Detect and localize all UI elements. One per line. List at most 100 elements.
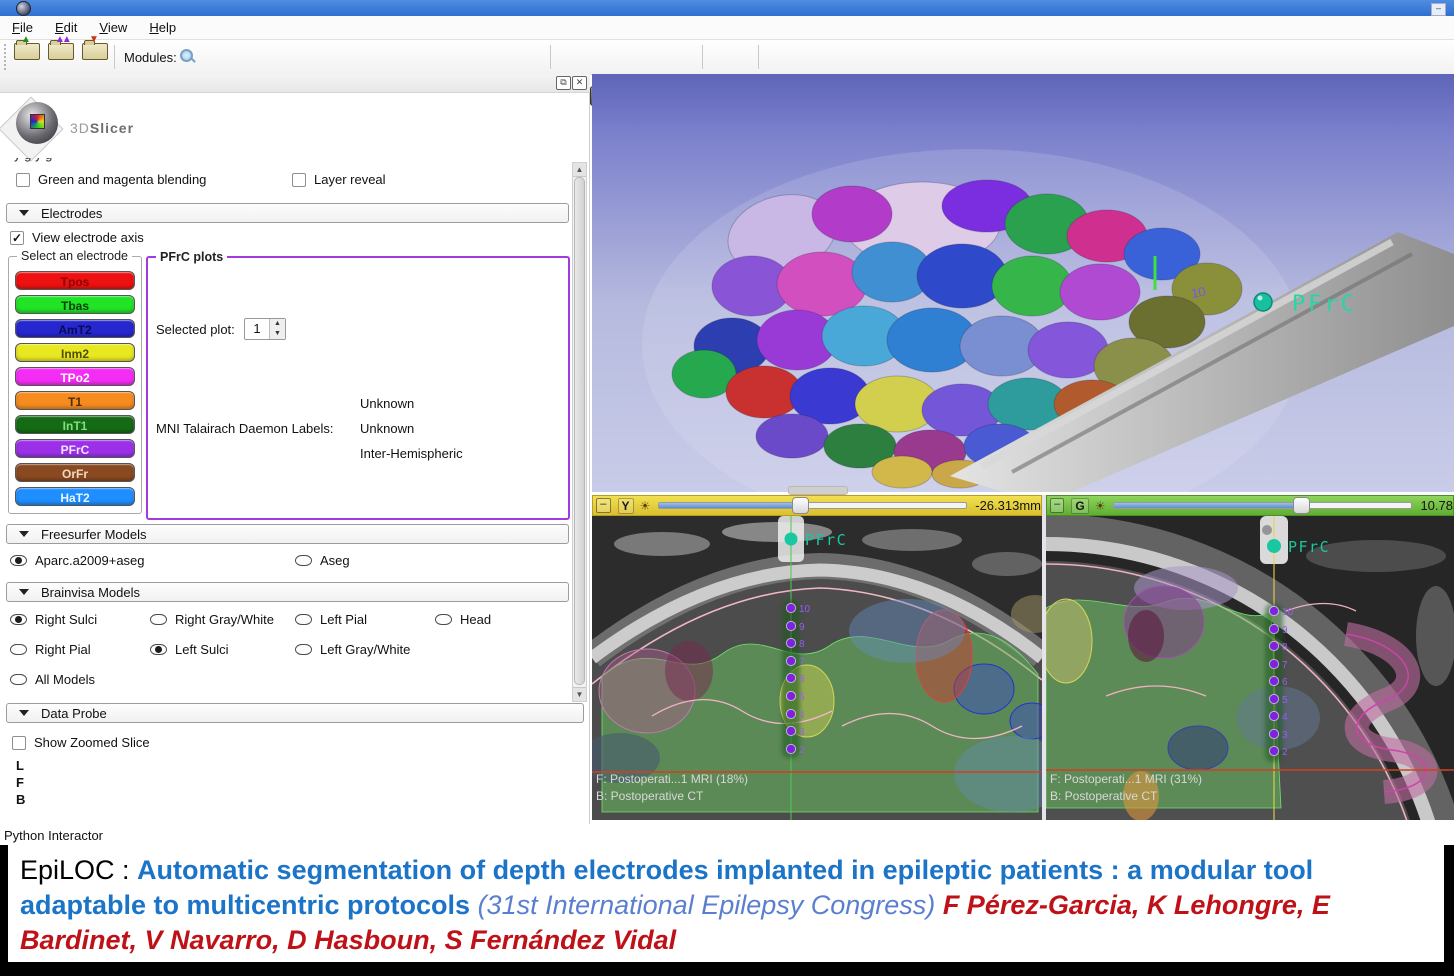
electrode-button-t1[interactable]: T1 [15, 391, 135, 410]
scroll-up-arrow[interactable]: ▲ [573, 163, 586, 177]
green-slice-slider[interactable] [1113, 502, 1412, 509]
eye-icon[interactable] [295, 644, 312, 655]
view-splitter-handle[interactable] [788, 486, 848, 495]
eye-icon[interactable] [10, 614, 27, 625]
scroll-down-arrow[interactable]: ▼ [573, 687, 586, 701]
model-toggle-right-pial[interactable]: Right Pial [10, 642, 91, 657]
model-toggle-aparc[interactable]: Aparc.a2009+aseg [10, 553, 145, 568]
electrode-button-int1[interactable]: InT1 [15, 415, 135, 434]
menu-edit[interactable]: Edit [55, 20, 77, 35]
layer-reveal-label: Layer reveal [314, 172, 386, 187]
electrode-button-orfr[interactable]: OrFr [15, 463, 135, 482]
eye-icon[interactable] [150, 644, 167, 655]
green-axis-label: G [1071, 498, 1088, 514]
scrollbar-thumb[interactable] [574, 177, 585, 685]
show-zoomed-slice-checkbox[interactable] [12, 736, 26, 750]
section-brainvisa-models[interactable]: Brainvisa Models [6, 582, 569, 602]
collapse-triangle-icon [19, 531, 29, 537]
mni-labels-caption: MNI Talairach Daemon Labels: [156, 421, 334, 436]
frame-right [1444, 845, 1454, 976]
yellow-pin-button[interactable]: – [596, 498, 611, 513]
view-electrode-axis-checkbox[interactable] [10, 231, 24, 245]
save-button[interactable]: ▼ SAVE [80, 43, 110, 71]
electrode-button-tpos[interactable]: Tpos [15, 271, 135, 290]
svg-text:4: 4 [799, 710, 805, 721]
view-gap [1042, 495, 1046, 820]
electrode-tip-sphere[interactable] [1254, 293, 1272, 311]
panel-scrollbar[interactable]: ▲ ▼ [572, 162, 587, 702]
probe-layer-f: F [16, 775, 24, 790]
model-toggle-right-graywhite[interactable]: Right Gray/White [150, 612, 274, 627]
model-toggle-right-sulci[interactable]: Right Sulci [10, 612, 97, 627]
select-electrode-groupbox: Select an electrode Tpos Tbas AmT2 Inm2 … [8, 256, 142, 514]
yellow-slice-slider[interactable] [658, 502, 967, 509]
yellow-axis-label: Y [618, 498, 634, 514]
yellow-slice-view[interactable]: 10 9 8 7 6 5 4 3 2 PFrC F: Postoperati..… [592, 516, 1042, 820]
layer-reveal-checkbox[interactable] [292, 173, 306, 187]
svg-text:9: 9 [1282, 625, 1288, 636]
section-electrodes-label: Electrodes [41, 206, 102, 221]
green-magenta-blending-checkbox[interactable] [16, 173, 30, 187]
eye-icon[interactable] [295, 555, 312, 566]
slider-handle[interactable] [1293, 497, 1310, 514]
spinbox-arrows[interactable]: ▲▼ [269, 319, 285, 339]
selected-plot-spinbox[interactable]: 1 ▲▼ [244, 318, 286, 340]
eye-icon[interactable] [10, 644, 27, 655]
menu-view[interactable]: View [99, 20, 127, 35]
svg-text:9: 9 [799, 622, 805, 633]
electrode-button-tpo2[interactable]: TPo2 [15, 367, 135, 386]
mni-value-1: Unknown [360, 396, 414, 411]
module-panel: ⧉ ✕ 3DSlicer ▲ ▼ y g y g Green and magen… [0, 74, 590, 824]
model-toggle-aseg[interactable]: Aseg [295, 553, 350, 568]
probe-layer-b: B [16, 792, 25, 807]
model-toggle-all-models[interactable]: All Models [10, 672, 95, 687]
section-electrodes[interactable]: Electrodes [6, 203, 569, 223]
eye-icon[interactable] [435, 614, 452, 625]
electrode-button-tbas[interactable]: Tbas [15, 295, 135, 314]
toolbar-grip[interactable] [4, 44, 9, 70]
minimize-button[interactable]: – [1431, 3, 1446, 16]
model-toggle-head[interactable]: Head [435, 612, 491, 627]
view-electrode-axis-row: View electrode axis [10, 230, 144, 245]
panel-close-icon[interactable]: ✕ [572, 76, 587, 90]
green-pin-button[interactable]: – [1050, 498, 1064, 513]
eye-icon[interactable] [10, 555, 27, 566]
load-dicom-button[interactable]: ▲▲ DCM [46, 43, 76, 71]
menu-file[interactable]: File [12, 20, 33, 35]
svg-text:2: 2 [799, 745, 805, 756]
panel-header: ⧉ ✕ [0, 74, 590, 93]
svg-text:3: 3 [799, 727, 805, 738]
eye-icon[interactable] [150, 614, 167, 625]
electrode-button-pfrc[interactable]: PFrC [15, 439, 135, 458]
yellow-slice-visibility-icon[interactable]: ☀ [640, 499, 651, 513]
menu-help[interactable]: Help [149, 20, 176, 35]
svg-text:8: 8 [799, 639, 805, 650]
svg-text:3: 3 [1282, 730, 1288, 741]
python-interactor-label: Python Interactor [4, 828, 103, 843]
eye-icon[interactable] [295, 614, 312, 625]
electrode-button-inm2[interactable]: Inm2 [15, 343, 135, 362]
model-toggle-left-graywhite[interactable]: Left Gray/White [295, 642, 410, 657]
green-slice-visibility-icon[interactable]: ☀ [1095, 499, 1106, 513]
model-toggle-left-pial[interactable]: Left Pial [295, 612, 367, 627]
sphere-highlight [1258, 296, 1263, 301]
foreground-volume-label: F: Postoperati...1 MRI (31%) [1050, 772, 1202, 786]
slicer-screenshot: – File Edit View Help ▲ DATA ▲▲ DCM ▼ SA… [0, 0, 1454, 976]
panel-undock-icon[interactable]: ⧉ [556, 76, 571, 90]
three-d-view[interactable]: 10 PFrC [592, 74, 1454, 492]
load-data-button[interactable]: ▲ DATA [12, 43, 42, 71]
electrode-button-hat2[interactable]: HaT2 [15, 487, 135, 506]
section-data-probe[interactable]: Data Probe [6, 703, 584, 723]
layer-reveal-row: Layer reveal [292, 172, 386, 187]
collapse-triangle-icon [19, 210, 29, 216]
toolbar-separator [702, 45, 703, 69]
green-slice-view[interactable]: 10 9 8 7 6 5 4 3 2 PFrC F: Postoperati..… [1046, 516, 1454, 820]
model-toggle-left-sulci[interactable]: Left Sulci [150, 642, 228, 657]
eye-icon[interactable] [10, 674, 27, 685]
section-freesurfer-models[interactable]: Freesurfer Models [6, 524, 569, 544]
slider-handle[interactable] [792, 497, 809, 514]
electrode-button-amt2[interactable]: AmT2 [15, 319, 135, 338]
slicer-logo: 3DSlicer [6, 98, 246, 160]
module-search-icon[interactable] [180, 49, 195, 64]
app-icon [16, 1, 31, 16]
